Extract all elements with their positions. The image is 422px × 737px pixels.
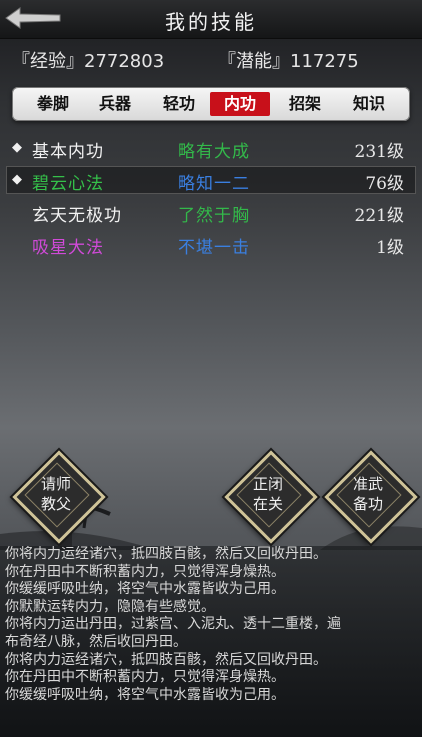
- stats-bar: 『经验』2772803 『潜能』117275: [0, 44, 422, 74]
- tab-zhaojia[interactable]: 招架: [284, 92, 326, 116]
- experience-stat: 『经验』2772803: [12, 51, 165, 72]
- tab-neigong[interactable]: 内功: [210, 92, 270, 116]
- skill-grade: 231级: [354, 142, 404, 162]
- tab-quanjiao[interactable]: 拳脚: [32, 92, 74, 116]
- log-line: 你将内力运经诸穴，抵四肢百骸，然后又回收丹田。: [5, 651, 327, 668]
- skill-grade: 1级: [376, 238, 404, 258]
- page-title: 我的技能: [165, 10, 257, 34]
- skill-grade: 221级: [354, 206, 404, 226]
- skill-category-tabs: 拳脚 兵器 轻功 内功 招架 知识: [12, 87, 410, 121]
- skill-name: 碧云心法: [32, 174, 104, 194]
- ask-master-label: 请师 教父: [40, 475, 71, 513]
- ask-master-button[interactable]: 请师 教父: [12, 450, 106, 544]
- skill-name: 玄天无极功: [32, 206, 122, 226]
- selected-marker-icon: ◆: [12, 172, 22, 187]
- potential-stat: 『潜能』117275: [218, 51, 359, 72]
- log-line: 你在丹田中不断积蓄内力，只觉得浑身燥热。: [5, 669, 285, 686]
- log-line: 你将内力运经诸穴，抵四肢百骸，然后又回收丹田。: [5, 546, 327, 562]
- skill-name: 吸星大法: [32, 238, 104, 258]
- selected-marker-icon: ◆: [12, 140, 22, 155]
- skill-row[interactable]: ◆ 基本内功 略有大成 231级: [6, 134, 416, 162]
- log-line: 你缓缓呼吸吐纳，将空气中水露皆收为己用。: [5, 686, 285, 703]
- tab-bingqi[interactable]: 兵器: [94, 92, 136, 116]
- top-bar: 我的技能: [0, 0, 422, 39]
- message-log[interactable]: 你将内力运经诸穴，抵四肢百骸，然后又回收丹田。 你在丹田中不断积蓄内力，只觉得浑…: [0, 546, 422, 737]
- log-line: 你在丹田中不断积蓄内力，只觉得浑身燥热。: [5, 563, 285, 580]
- skill-proficiency: 略知一二: [178, 174, 250, 194]
- log-line: 你将内力运出丹田，过紫宫、入泥丸、透十二重楼，遍: [5, 616, 341, 633]
- tab-zhishi[interactable]: 知识: [348, 92, 390, 116]
- skill-row[interactable]: ◆ 碧云心法 略知一二 76级: [6, 166, 416, 194]
- log-line: 布奇经八脉，然后收回丹田。: [5, 633, 187, 650]
- skill-proficiency: 略有大成: [178, 142, 250, 162]
- log-line: 你默默运转内力，隐隐有些感觉。: [5, 598, 215, 615]
- skill-proficiency: 不堪一击: [178, 238, 250, 258]
- skill-proficiency: 了然于胸: [178, 206, 250, 226]
- seclusion-button[interactable]: 正闭 在关: [224, 450, 318, 544]
- skill-grade: 76级: [365, 174, 404, 194]
- tab-qinggong[interactable]: 轻功: [158, 92, 200, 116]
- skill-row[interactable]: 吸星大法 不堪一击 1级: [6, 230, 416, 258]
- prepare-martial-button[interactable]: 准武 备功: [324, 450, 418, 544]
- skill-row[interactable]: 玄天无极功 了然于胸 221级: [6, 198, 416, 226]
- skill-name: 基本内功: [32, 142, 104, 162]
- prepare-martial-label: 准武 备功: [352, 475, 383, 513]
- seclusion-label: 正闭 在关: [252, 475, 283, 513]
- log-line: 你缓缓呼吸吐纳，将空气中水露皆收为己用。: [5, 581, 285, 598]
